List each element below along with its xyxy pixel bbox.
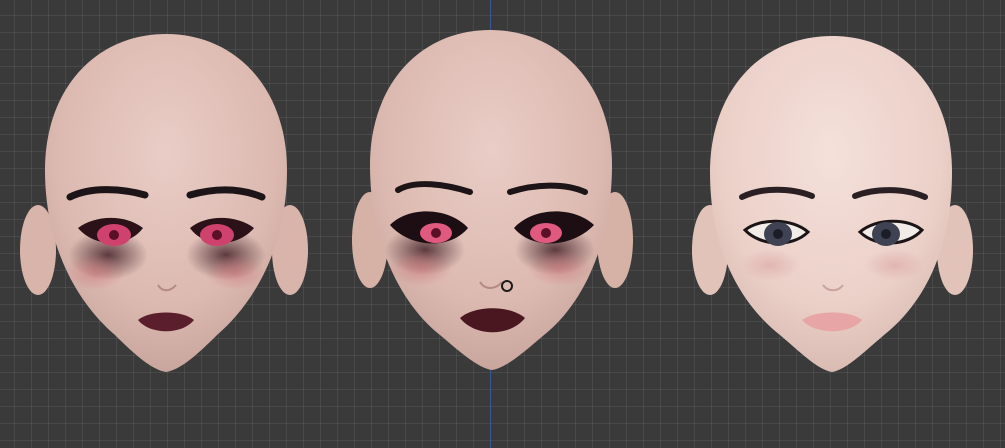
head-1[interactable] bbox=[20, 34, 308, 372]
head-2-left-blush bbox=[388, 250, 452, 286]
3d-viewport[interactable] bbox=[0, 0, 1005, 448]
head-3-right-blush bbox=[865, 249, 925, 281]
head-2[interactable] bbox=[352, 30, 633, 370]
viewport-scene bbox=[20, 30, 973, 372]
head-3-left-blush bbox=[740, 249, 800, 281]
head-1-left-blush bbox=[65, 254, 125, 290]
head-1-right-blush bbox=[205, 254, 265, 290]
head-3[interactable] bbox=[692, 36, 973, 372]
head-2-right-blush bbox=[528, 250, 592, 286]
